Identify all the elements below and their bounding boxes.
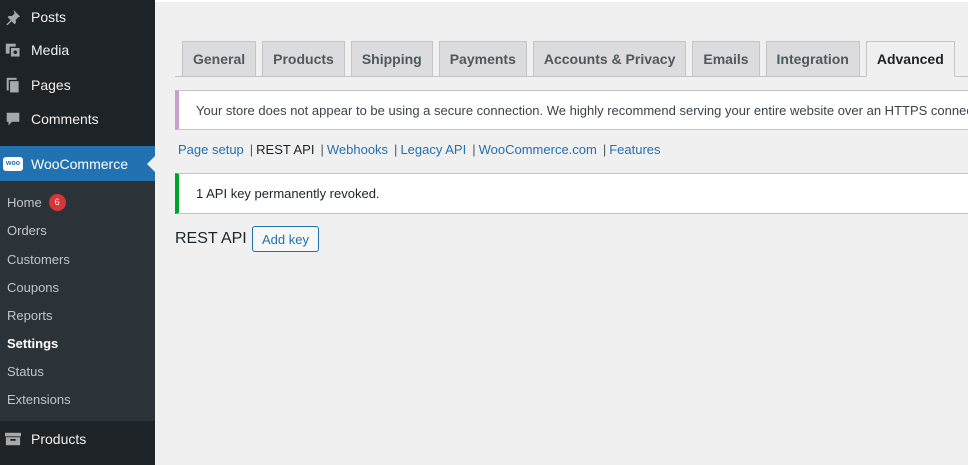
tab-advanced[interactable]: Advanced xyxy=(865,41,955,77)
settings-tabs: General Products Shipping Payments Accou… xyxy=(182,41,955,77)
admin-sidebar: Posts Media Pages Comments woo WooCommer… xyxy=(0,0,155,465)
archive-icon xyxy=(3,429,23,449)
menu-products[interactable]: Products xyxy=(0,421,155,457)
submenu-coupons[interactable]: Coupons xyxy=(7,275,59,299)
subnav-rest-api: REST API xyxy=(256,142,315,157)
tab-shipping[interactable]: Shipping xyxy=(350,41,433,76)
submenu-customers[interactable]: Customers xyxy=(7,247,70,271)
comments-icon xyxy=(3,109,23,129)
tab-accounts-privacy[interactable]: Accounts & Privacy xyxy=(532,41,687,76)
menu-comments-label: Comments xyxy=(31,111,99,127)
success-notice: 1 API key permanently revoked. xyxy=(175,173,968,214)
subnav-separator: | xyxy=(320,142,324,157)
tab-emails[interactable]: Emails xyxy=(692,41,760,76)
subnav-woocommerce-com[interactable]: WooCommerce.com xyxy=(479,142,597,157)
subnav-features[interactable]: Features xyxy=(609,142,660,157)
menu-posts-label: Posts xyxy=(31,9,67,25)
subnav-separator: | xyxy=(602,142,607,157)
menu-woocommerce-label: WooCommerce xyxy=(31,155,128,172)
woocommerce-submenu: Home 6 Orders Customers Coupons Reports … xyxy=(0,181,155,421)
tab-general[interactable]: General xyxy=(182,41,257,76)
success-text: 1 API key permanently revoked. xyxy=(196,186,380,201)
media-icon xyxy=(3,40,23,60)
menu-media[interactable]: Media xyxy=(0,33,155,67)
top-strip xyxy=(155,0,968,2)
add-key-button[interactable]: Add key xyxy=(252,226,319,252)
tab-payments[interactable]: Payments xyxy=(438,41,527,76)
menu-products-label: Products xyxy=(31,431,87,447)
submenu-orders[interactable]: Orders xyxy=(7,218,47,242)
woocommerce-icon: woo xyxy=(3,154,23,174)
subnav-separator: | xyxy=(472,142,476,157)
menu-woocommerce[interactable]: woo WooCommerce xyxy=(0,146,155,181)
subnav-webhooks[interactable]: Webhooks xyxy=(327,142,388,157)
submenu-home[interactable]: Home 6 xyxy=(7,190,66,214)
menu-posts[interactable]: Posts xyxy=(0,0,155,34)
section-title: REST API xyxy=(175,230,247,247)
notification-badge: 6 xyxy=(48,193,66,211)
menu-comments[interactable]: Comments xyxy=(0,102,155,136)
subnav-separator: | xyxy=(249,142,254,157)
submenu-home-label: Home xyxy=(7,194,42,210)
submenu-reports[interactable]: Reports xyxy=(7,303,53,327)
https-warning-notice: Your store does not appear to be using a… xyxy=(175,90,968,130)
pages-icon xyxy=(3,75,23,95)
menu-pages-label: Pages xyxy=(31,77,71,93)
menu-pages[interactable]: Pages xyxy=(0,68,155,102)
pin-icon xyxy=(3,7,23,27)
main-content: General Products Shipping Payments Accou… xyxy=(155,0,968,465)
submenu-extensions[interactable]: Extensions xyxy=(7,387,71,411)
submenu-status[interactable]: Status xyxy=(7,359,44,383)
subnav: Page setup | REST API | Webhooks | Legac… xyxy=(178,142,661,157)
tab-products[interactable]: Products xyxy=(262,41,345,76)
subnav-separator: | xyxy=(394,142,398,157)
https-warning-text: Your store does not appear to be using a… xyxy=(196,102,968,118)
submenu-settings[interactable]: Settings xyxy=(7,331,58,355)
tab-integration[interactable]: Integration xyxy=(765,41,860,76)
subnav-legacy-api[interactable]: Legacy API xyxy=(400,142,466,157)
subnav-page-setup[interactable]: Page setup xyxy=(178,142,244,157)
menu-media-label: Media xyxy=(31,42,70,58)
